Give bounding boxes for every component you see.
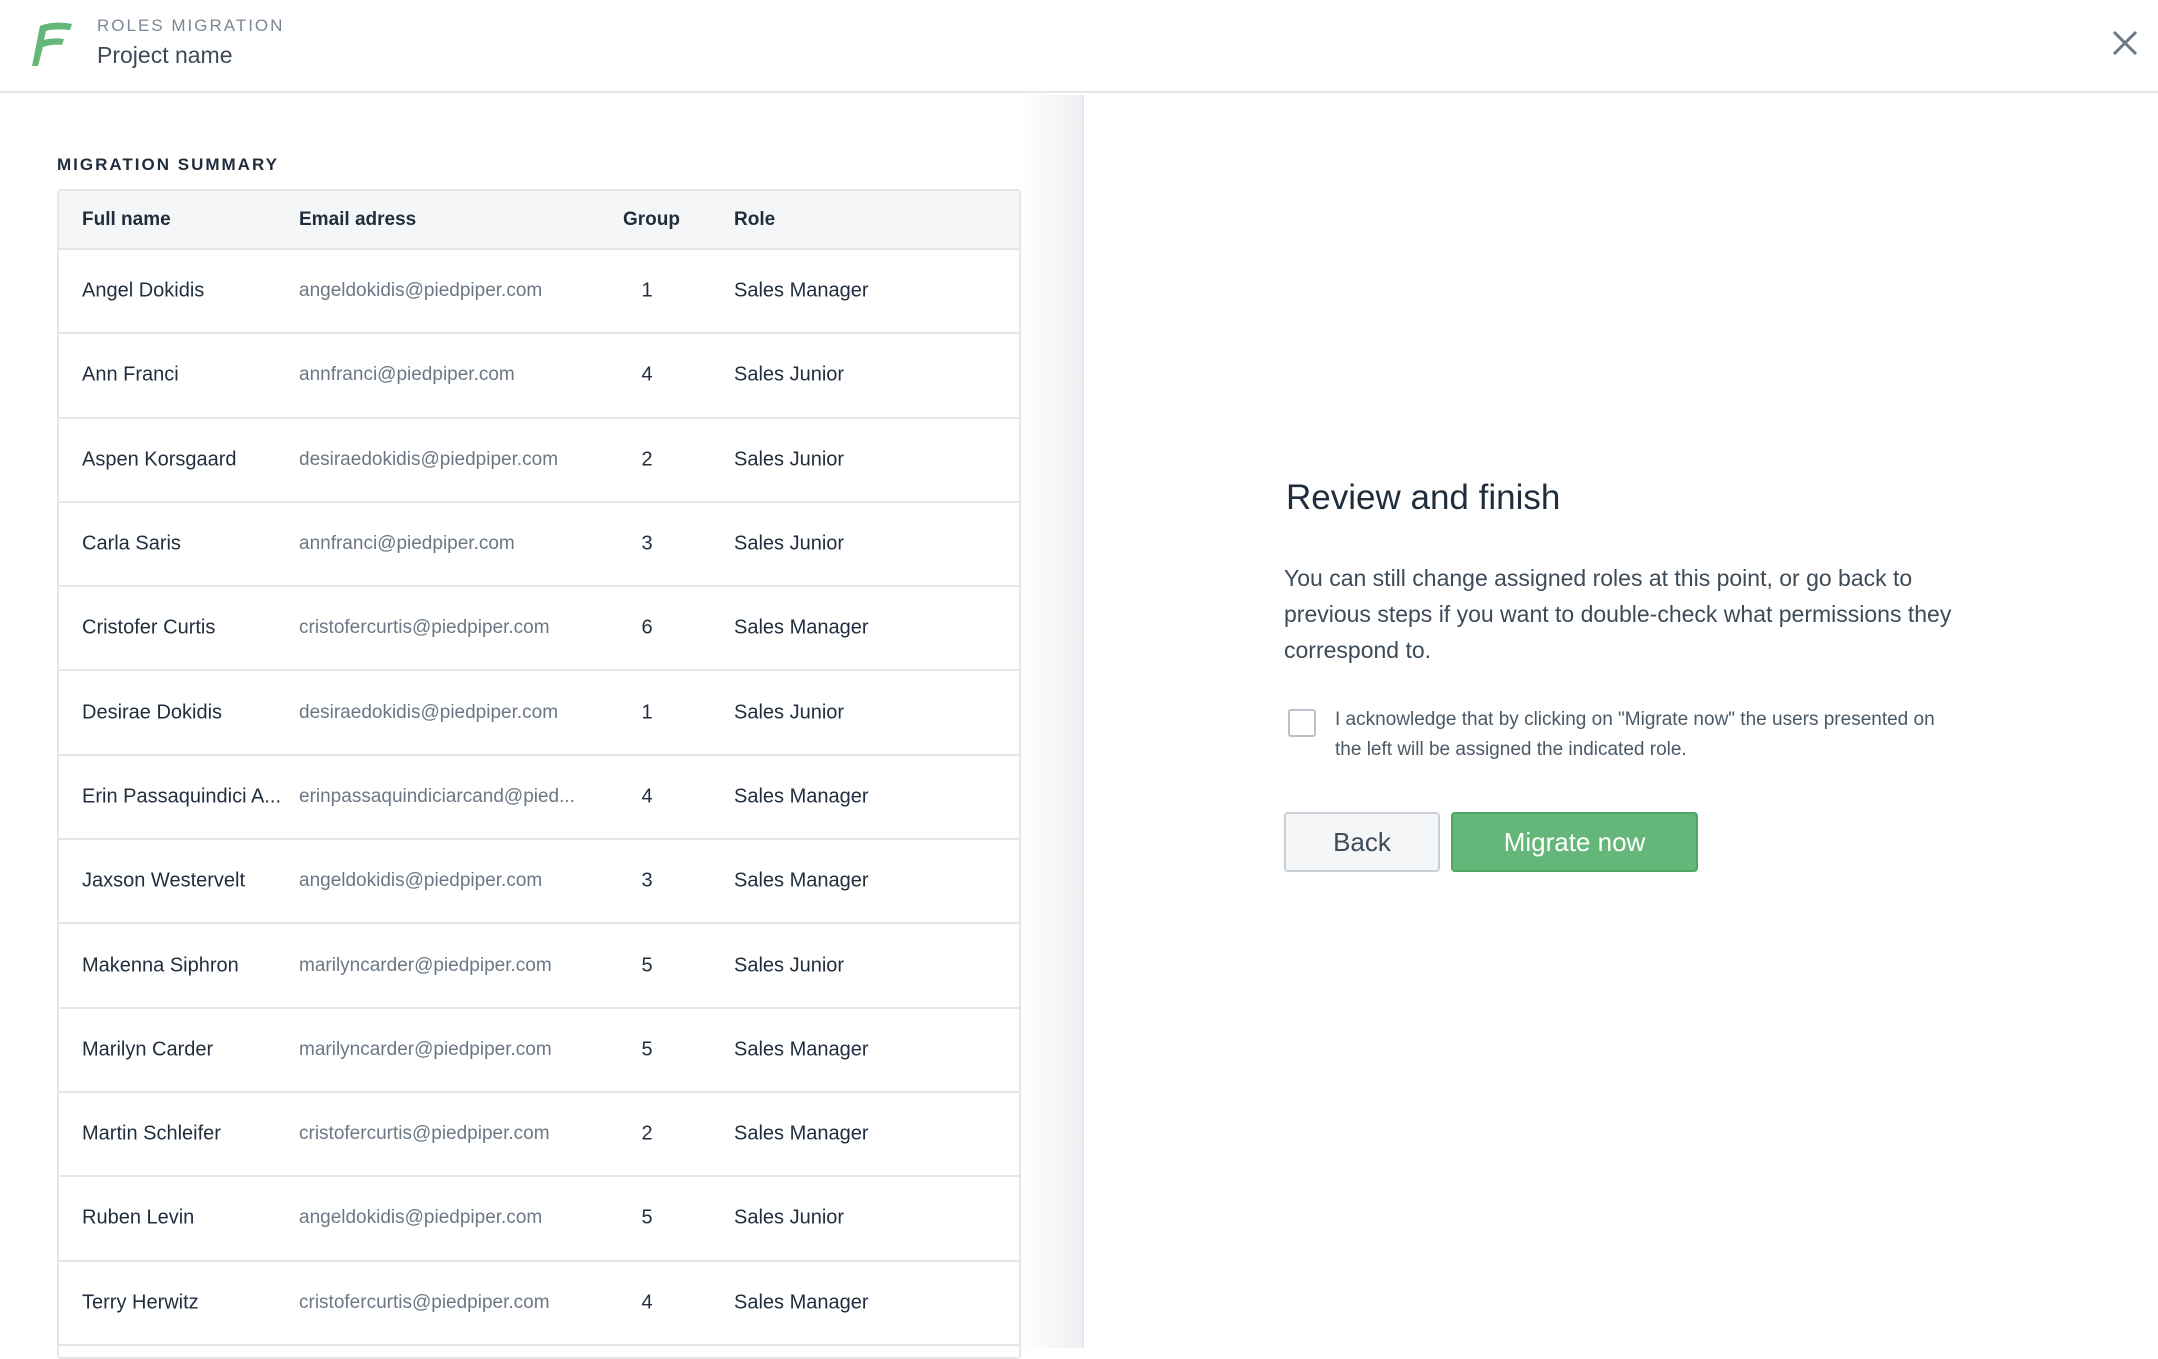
cell-email: desiraedokidis@piedpiper.com — [299, 701, 559, 723]
cell-full-name: Jaxson Westervelt — [82, 869, 246, 892]
cell-role: Sales Manager — [734, 1122, 869, 1145]
cell-full-name: Ruben Levin — [82, 1206, 195, 1229]
cell-group: 1 — [641, 701, 653, 724]
cell-email: angeldokidis@piedpiper.com — [299, 1207, 543, 1229]
cell-role: Sales Manager — [734, 1291, 869, 1314]
app-header: ROLES MIGRATION Project name — [0, 0, 2158, 93]
cell-email: angeldokidis@piedpiper.com — [299, 280, 543, 302]
cell-role: Sales Junior — [734, 954, 845, 977]
logo-icon — [32, 22, 72, 66]
cell-email: desiraedokidis@piedpiper.com — [299, 448, 559, 470]
cell-group: 4 — [641, 363, 653, 386]
table-row: Terry Herwitz cristofercurtis@piedpiper.c… — [59, 1262, 1019, 1346]
table-body: Angel Dokidis angeldokidis@piedpiper.com 1… — [59, 250, 1019, 1346]
table-row: Ruben Levin angeldokidis@piedpiper.com 5 Sa… — [59, 1177, 1019, 1262]
header-eyebrow: ROLES MIGRATION — [97, 16, 285, 35]
panel-divider — [1082, 95, 1084, 1348]
table-row: Cristofer Curtis cristofercurtis@piedpipe… — [59, 587, 1019, 672]
panel-shadow — [1020, 95, 1082, 1348]
cell-role: Sales Manager — [734, 616, 869, 639]
cell-group: 4 — [641, 1291, 653, 1314]
cell-email: cristofercurtis@piedpiper.com — [299, 1291, 550, 1313]
cell-full-name: Ann Franci — [82, 363, 179, 386]
table-row: Ann Franci annfranci@piedpiper.com 4 Sales … — [59, 334, 1019, 419]
migration-summary-label: MIGRATION SUMMARY — [57, 155, 279, 174]
cell-full-name: Aspen Korsgaard — [82, 448, 237, 471]
cell-role: Sales Junior — [734, 363, 845, 386]
review-title: Review and finish — [1286, 478, 1561, 517]
back-button[interactable]: Back — [1284, 812, 1440, 872]
cell-group: 3 — [641, 869, 653, 892]
cell-email: cristofercurtis@piedpiper.com — [299, 617, 550, 639]
cell-email: annfranci@piedpiper.com — [299, 533, 515, 555]
column-header-group: Group — [623, 209, 680, 230]
cell-group: 5 — [641, 954, 653, 977]
cell-role: Sales Junior — [734, 448, 845, 471]
table-row: Martin Schleifer cristofercurtis@piedpipe… — [59, 1093, 1019, 1178]
cell-full-name: Angel Dokidis — [82, 279, 205, 302]
table-row: Carla Saris annfranci@piedpiper.com 3 Sales… — [59, 503, 1019, 588]
cell-full-name: Terry Herwitz — [82, 1291, 199, 1314]
migration-summary-table: Full name Email adress Group Role Angel … — [57, 189, 1021, 1359]
review-description: You can still change assigned roles at t… — [1284, 565, 1952, 663]
cell-role: Sales Junior — [734, 701, 845, 724]
cell-email: cristofercurtis@piedpiper.com — [299, 1123, 550, 1145]
table-row: Angel Dokidis angeldokidis@piedpiper.com 1… — [59, 250, 1019, 335]
cell-role: Sales Junior — [734, 1206, 845, 1229]
cell-full-name: Makenna Siphron — [82, 954, 239, 977]
table-row: Erin Passaquindici A... erinpassaquindici… — [59, 756, 1019, 841]
cell-role: Sales Junior — [734, 532, 845, 555]
cell-role: Sales Manager — [734, 785, 869, 808]
project-name: Project name — [97, 42, 233, 68]
acknowledge-checkbox[interactable] — [1288, 709, 1316, 737]
column-header-full-name: Full name — [82, 209, 171, 230]
cell-group: 5 — [641, 1206, 653, 1229]
cell-group: 6 — [641, 616, 653, 639]
cell-full-name: Martin Schleifer — [82, 1122, 221, 1145]
cell-group: 1 — [641, 279, 653, 302]
cell-role: Sales Manager — [734, 279, 869, 302]
table-row: Aspen Korsgaard desiraedokidis@piedpiper.… — [59, 419, 1019, 503]
table-header: Full name Email adress Group Role — [59, 191, 1019, 250]
cell-group: 5 — [641, 1038, 653, 1061]
acknowledge-label: I acknowledge that by clicking on "Migra… — [1335, 709, 1935, 760]
cell-group: 4 — [641, 785, 653, 808]
cell-full-name: Carla Saris — [82, 532, 181, 555]
close-icon[interactable] — [2110, 28, 2140, 58]
cell-full-name: Erin Passaquindici A... — [82, 785, 281, 808]
cell-email: angeldokidis@piedpiper.com — [299, 870, 543, 892]
column-header-email: Email adress — [299, 209, 417, 230]
cell-group: 2 — [641, 1122, 653, 1145]
column-header-role: Role — [734, 209, 776, 230]
cell-email: marilyncarder@piedpiper.com — [299, 1038, 552, 1060]
cell-full-name: Cristofer Curtis — [82, 616, 216, 639]
table-row: Marilyn Carder marilyncarder@piedpiper.co… — [59, 1009, 1019, 1093]
table-row: Desirae Dokidis desiraedokidis@piedpiper.… — [59, 671, 1019, 756]
table-row: Jaxson Westervelt angeldokidis@piedpiper.… — [59, 840, 1019, 925]
cell-email: erinpassaquindiciarcand@pied... — [299, 785, 575, 807]
table-row: Makenna Siphron marilyncarder@piedpiper.c… — [59, 924, 1019, 1009]
cell-email: marilyncarder@piedpiper.com — [299, 954, 552, 976]
cell-full-name: Desirae Dokidis — [82, 701, 223, 724]
cell-email: annfranci@piedpiper.com — [299, 364, 515, 386]
cell-full-name: Marilyn Carder — [82, 1038, 214, 1061]
cell-group: 3 — [641, 532, 653, 555]
cell-group: 2 — [641, 448, 653, 471]
cell-role: Sales Manager — [734, 1038, 869, 1061]
cell-role: Sales Manager — [734, 869, 869, 892]
migrate-now-button[interactable]: Migrate now — [1451, 812, 1698, 872]
